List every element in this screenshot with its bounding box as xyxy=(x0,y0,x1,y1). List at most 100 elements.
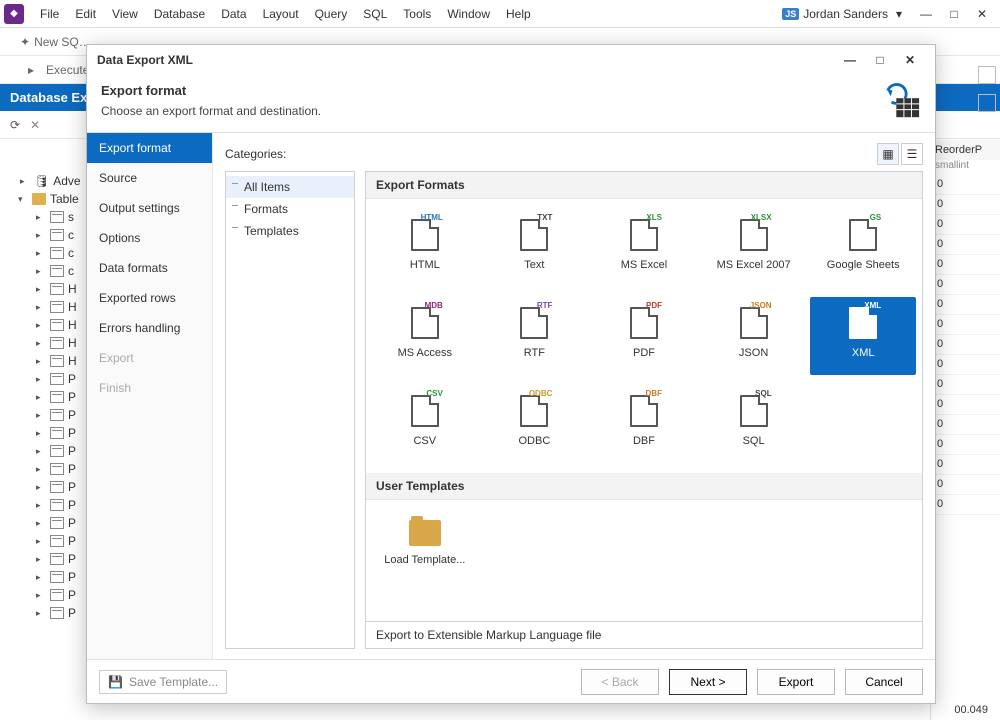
menu-help[interactable]: Help xyxy=(498,3,539,25)
save-icon: 💾 xyxy=(108,675,123,689)
wizard-step-export: Export xyxy=(87,343,212,373)
file-icon: XLS xyxy=(630,219,658,251)
menu-database[interactable]: Database xyxy=(146,3,213,25)
category-formats[interactable]: Formats xyxy=(226,198,354,220)
grid-cell[interactable]: 0 xyxy=(931,215,1000,235)
grid-cell[interactable]: 0 xyxy=(931,295,1000,315)
category-templates[interactable]: Templates xyxy=(226,220,354,242)
back-button[interactable]: < Back xyxy=(581,669,659,695)
menu-layout[interactable]: Layout xyxy=(255,3,307,25)
format-pdf[interactable]: PDFPDF xyxy=(591,297,697,375)
section-user-templates: User Templates xyxy=(366,473,922,500)
file-icon: JSON xyxy=(740,307,768,339)
template-load[interactable]: Load Template... xyxy=(372,510,478,588)
toolbar-icon[interactable]: ▸ xyxy=(28,63,34,77)
menu-file[interactable]: File xyxy=(32,3,67,25)
wizard-step-export-format[interactable]: Export format xyxy=(87,133,212,163)
format-ms-excel-2007[interactable]: XLSXMS Excel 2007 xyxy=(701,209,807,287)
file-icon: HTML xyxy=(411,219,439,251)
format-label: MS Access xyxy=(398,347,452,359)
format-odbc[interactable]: ODBCODBC xyxy=(482,385,588,463)
menu-view[interactable]: View xyxy=(104,3,146,25)
format-csv[interactable]: CSVCSV xyxy=(372,385,478,463)
cancel-button[interactable]: Cancel xyxy=(845,669,923,695)
menu-window[interactable]: Window xyxy=(439,3,498,25)
format-label: Google Sheets xyxy=(827,259,900,271)
user-name[interactable]: Jordan Sanders xyxy=(803,7,888,21)
grid-cell[interactable]: 0 xyxy=(931,395,1000,415)
execute-button[interactable]: Execute xyxy=(46,63,89,77)
user-badge: JS xyxy=(782,8,799,20)
wizard-step-options[interactable]: Options xyxy=(87,223,212,253)
next-button[interactable]: Next > xyxy=(669,669,747,695)
format-html[interactable]: HTMLHTML xyxy=(372,209,478,287)
wizard-steps: Export formatSourceOutput settingsOption… xyxy=(87,133,213,659)
grid-cell[interactable]: 0 xyxy=(931,275,1000,295)
grid-cell[interactable]: 0 xyxy=(931,355,1000,375)
category-all-items[interactable]: All Items xyxy=(226,176,354,198)
grid-cell[interactable]: 0 xyxy=(931,415,1000,435)
wizard-step-data-formats[interactable]: Data formats xyxy=(87,253,212,283)
format-text[interactable]: TXTText xyxy=(482,209,588,287)
formats-panel: Export Formats HTMLHTMLTXTTextXLSMS Exce… xyxy=(365,171,923,622)
close-button[interactable]: ✕ xyxy=(968,2,996,26)
export-button[interactable]: Export xyxy=(757,669,835,695)
right-tool-rail xyxy=(974,60,1000,112)
wizard-step-source[interactable]: Source xyxy=(87,163,212,193)
grid-cell[interactable]: 0 xyxy=(931,495,1000,515)
close-panel-icon[interactable]: ✕ xyxy=(30,118,40,132)
menu-data[interactable]: Data xyxy=(213,3,254,25)
wizard-step-exported-rows[interactable]: Exported rows xyxy=(87,283,212,313)
dialog-header: Export format Choose an export format an… xyxy=(87,75,935,133)
grid-cell[interactable]: 0 xyxy=(931,255,1000,275)
grid-cell[interactable]: 0 xyxy=(931,375,1000,395)
export-dialog: Data Export XML — □ ✕ Export format Choo… xyxy=(86,44,936,704)
grid-cell[interactable]: 0 xyxy=(931,315,1000,335)
grid-cell[interactable]: 0 xyxy=(931,475,1000,495)
grid-column-header[interactable]: ReorderP xyxy=(931,140,1000,160)
grid-cell[interactable]: 0 xyxy=(931,195,1000,215)
save-template-button[interactable]: 💾 Save Template... xyxy=(99,670,227,694)
format-dbf[interactable]: DBFDBF xyxy=(591,385,697,463)
format-label: SQL xyxy=(743,435,765,447)
menu-sql[interactable]: SQL xyxy=(355,3,395,25)
menu-tools[interactable]: Tools xyxy=(395,3,439,25)
grid-cell[interactable]: 0 xyxy=(931,175,1000,195)
tab-new-sql[interactable]: ✦ New SQ… xyxy=(20,35,91,49)
view-toggle: ▦ ☰ xyxy=(877,143,923,165)
format-rtf[interactable]: RTFRTF xyxy=(482,297,588,375)
format-sql[interactable]: SQL SQL xyxy=(701,385,807,463)
wizard-step-finish: Finish xyxy=(87,373,212,403)
wizard-step-output-settings[interactable]: Output settings xyxy=(87,193,212,223)
rail-icon[interactable] xyxy=(978,94,996,112)
dialog-maximize-button[interactable]: □ xyxy=(865,48,895,72)
format-json[interactable]: JSONJSON xyxy=(701,297,807,375)
grid-cell[interactable]: 0 xyxy=(931,235,1000,255)
view-list-button[interactable]: ☰ xyxy=(901,143,923,165)
menu-query[interactable]: Query xyxy=(307,3,356,25)
dialog-close-button[interactable]: ✕ xyxy=(895,48,925,72)
format-ms-access[interactable]: MDBMS Access xyxy=(372,297,478,375)
format-google-sheets[interactable]: GSGoogle Sheets xyxy=(810,209,916,287)
template-label: Load Template... xyxy=(384,554,465,566)
wizard-step-errors-handling[interactable]: Errors handling xyxy=(87,313,212,343)
view-grid-button[interactable]: ▦ xyxy=(877,143,899,165)
maximize-button[interactable]: □ xyxy=(940,2,968,26)
user-dropdown-icon[interactable]: ▾ xyxy=(896,7,902,21)
category-list[interactable]: All ItemsFormatsTemplates xyxy=(225,171,355,649)
categories-label: Categories: xyxy=(225,147,286,161)
refresh-icon[interactable]: ⟳ xyxy=(10,118,20,132)
minimize-button[interactable]: — xyxy=(912,2,940,26)
file-icon: SQL xyxy=(740,395,768,427)
grid-cell[interactable]: 0 xyxy=(931,335,1000,355)
rail-icon[interactable] xyxy=(978,66,996,84)
format-ms-excel[interactable]: XLSMS Excel xyxy=(591,209,697,287)
format-xml[interactable]: XMLXML xyxy=(810,297,916,375)
file-icon: DBF xyxy=(630,395,658,427)
format-label: CSV xyxy=(413,435,436,447)
dialog-minimize-button[interactable]: — xyxy=(835,48,865,72)
grid-cell[interactable]: 0 xyxy=(931,435,1000,455)
data-grid: ReorderP smallint 00000000000000000 xyxy=(930,140,1000,720)
grid-cell[interactable]: 0 xyxy=(931,455,1000,475)
menu-edit[interactable]: Edit xyxy=(67,3,104,25)
